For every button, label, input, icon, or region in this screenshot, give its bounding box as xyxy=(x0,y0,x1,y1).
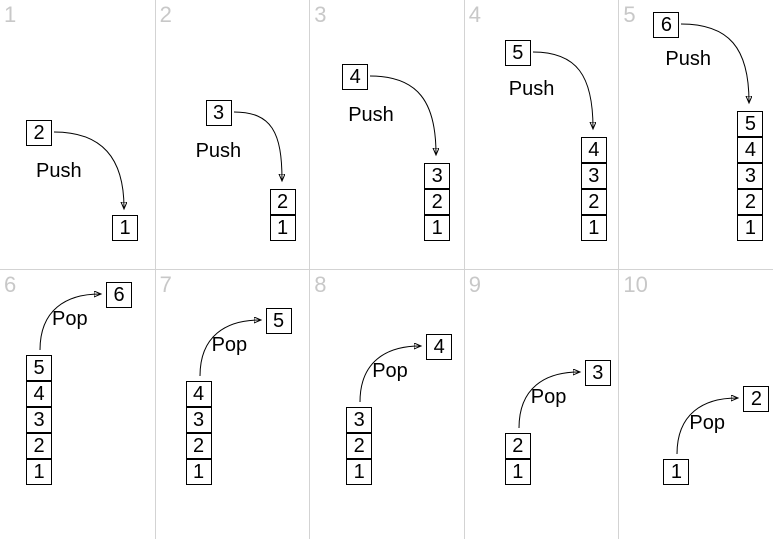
push-value-box: 3 xyxy=(206,100,232,126)
stack-cell: 2 xyxy=(26,433,52,459)
stack-cell: 5 xyxy=(737,111,763,137)
stack-cell: 4 xyxy=(737,137,763,163)
step-number: 5 xyxy=(623,2,635,28)
stack-cell: 1 xyxy=(581,215,607,241)
stack-cell: 1 xyxy=(186,459,212,485)
stack-cell: 1 xyxy=(26,459,52,485)
operation-label: Pop xyxy=(531,386,567,409)
step-4: 4 5 Push 4 3 2 1 xyxy=(464,0,619,270)
pop-value-box: 3 xyxy=(585,360,611,386)
push-value-box: 2 xyxy=(26,120,52,146)
step-number: 7 xyxy=(160,272,172,298)
operation-label: Pop xyxy=(212,334,248,357)
operation-label: Pop xyxy=(689,412,725,435)
diagram-grid: 1 2 Push 1 2 3 Push 2 1 3 4 Push 3 2 1 xyxy=(0,0,773,539)
stack-cell: 2 xyxy=(424,189,450,215)
step-1: 1 2 Push 1 xyxy=(0,0,155,270)
push-value-box: 6 xyxy=(653,12,679,38)
step-number: 8 xyxy=(314,272,326,298)
step-3: 3 4 Push 3 2 1 xyxy=(309,0,464,270)
stack-cell: 3 xyxy=(737,163,763,189)
stack-cell: 3 xyxy=(186,407,212,433)
operation-label: Pop xyxy=(52,308,88,331)
step-number: 2 xyxy=(160,2,172,28)
stack-cell: 1 xyxy=(505,459,531,485)
stack-cell: 1 xyxy=(270,215,296,241)
stack-cell: 3 xyxy=(424,163,450,189)
step-number: 6 xyxy=(4,272,16,298)
push-value-box: 5 xyxy=(505,40,531,66)
pop-value-box: 4 xyxy=(426,334,452,360)
push-arrow xyxy=(368,72,453,164)
stack-cell: 1 xyxy=(112,215,138,241)
pop-value-box: 5 xyxy=(266,308,292,334)
step-6: 6 5 4 3 2 1 Pop 6 xyxy=(0,270,155,540)
pop-value-box: 6 xyxy=(106,282,132,308)
step-7: 7 4 3 2 1 Pop 5 xyxy=(155,270,310,540)
stack-cell: 2 xyxy=(737,189,763,215)
step-number: 3 xyxy=(314,2,326,28)
step-number: 10 xyxy=(623,272,647,298)
pop-value-box: 2 xyxy=(743,386,769,412)
step-9: 9 2 1 Pop 3 xyxy=(464,270,619,540)
step-number: 9 xyxy=(469,272,481,298)
stack-cell: 2 xyxy=(186,433,212,459)
stack-cell: 1 xyxy=(737,215,763,241)
operation-label: Pop xyxy=(372,360,408,383)
stack-cell: 4 xyxy=(581,137,607,163)
stack-cell: 2 xyxy=(346,433,372,459)
push-arrow xyxy=(531,48,616,138)
stack-cell: 1 xyxy=(346,459,372,485)
step-2: 2 3 Push 2 1 xyxy=(155,0,310,270)
push-arrow xyxy=(52,128,137,218)
step-number: 4 xyxy=(469,2,481,28)
step-8: 8 3 2 1 Pop 4 xyxy=(309,270,464,540)
stack-cell: 3 xyxy=(581,163,607,189)
step-number: 1 xyxy=(4,2,16,28)
stack-cell: 3 xyxy=(26,407,52,433)
stack-cell: 2 xyxy=(270,189,296,215)
push-value-box: 4 xyxy=(342,64,368,90)
stack-cell: 1 xyxy=(424,215,450,241)
stack-cell: 4 xyxy=(26,381,52,407)
stack-cell: 2 xyxy=(581,189,607,215)
push-arrow xyxy=(232,108,312,188)
push-arrow xyxy=(679,20,769,110)
step-10: 10 1 Pop 2 xyxy=(618,270,773,540)
step-5: 5 6 Push 5 4 3 2 1 xyxy=(618,0,773,270)
